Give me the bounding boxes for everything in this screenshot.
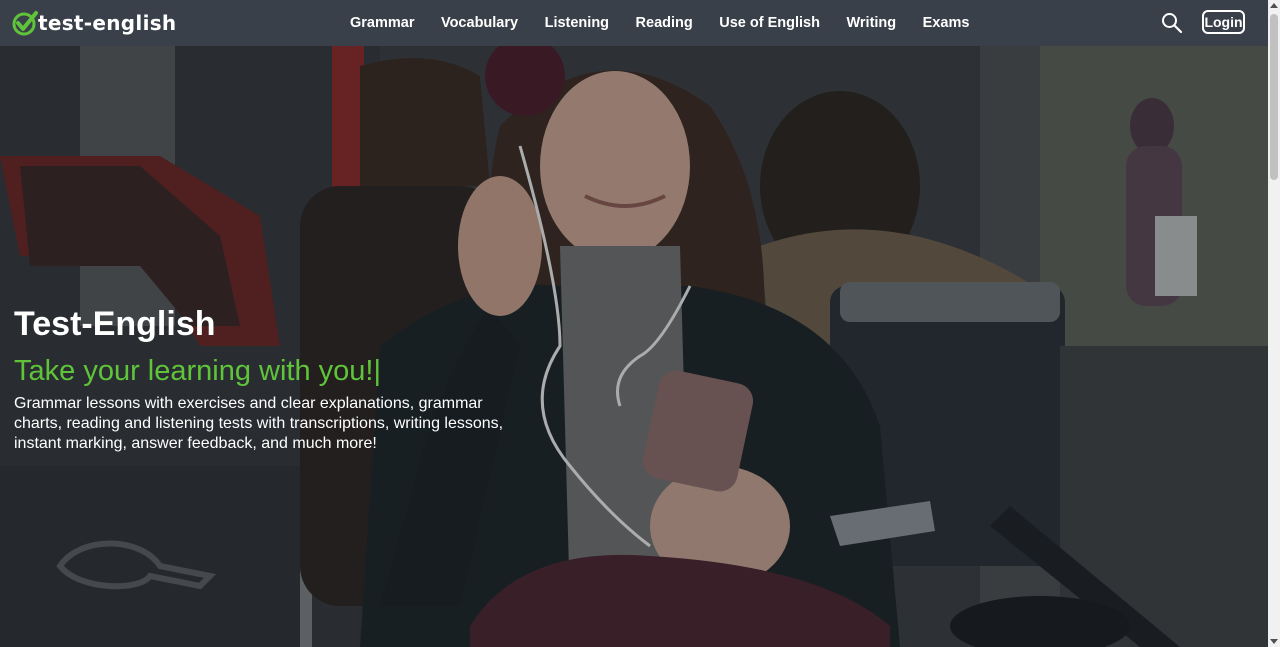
- hero-text-block: Test-English Take your learning with you…: [14, 304, 554, 454]
- check-circle-icon: [12, 11, 38, 36]
- typing-cursor: |: [373, 355, 382, 387]
- nav-item-use-of-english[interactable]: Use of English: [719, 15, 820, 31]
- site-logo[interactable]: test-english: [12, 9, 176, 37]
- nav-item-exams[interactable]: Exams: [923, 15, 970, 31]
- hero-tagline-text: Take your learning with you!: [14, 355, 374, 387]
- hero-title: Test-English: [14, 305, 216, 343]
- nav-item-listening[interactable]: Listening: [545, 15, 609, 31]
- logo-text: test-english: [38, 11, 177, 35]
- hero-banner: Test-English Take your learning with you…: [0, 46, 1268, 647]
- nav-item-writing[interactable]: Writing: [846, 15, 896, 31]
- login-button[interactable]: Login: [1202, 10, 1245, 34]
- page-scrollbar[interactable]: [1268, 0, 1280, 647]
- scroll-down-arrow-icon[interactable]: [1270, 639, 1278, 644]
- main-nav: Grammar Vocabulary Listening Reading Use…: [350, 0, 996, 46]
- nav-item-vocabulary[interactable]: Vocabulary: [441, 15, 518, 31]
- site-header: test-english Grammar Vocabulary Listenin…: [0, 0, 1268, 46]
- nav-item-reading[interactable]: Reading: [636, 15, 693, 31]
- hero-tagline: Take your learning with you!|: [14, 354, 554, 388]
- scroll-up-arrow-icon[interactable]: [1270, 3, 1278, 8]
- scroll-thumb[interactable]: [1270, 14, 1278, 180]
- hero-description: Grammar lessons with exercises and clear…: [14, 395, 504, 452]
- nav-item-grammar[interactable]: Grammar: [350, 15, 414, 31]
- search-icon[interactable]: [1161, 12, 1183, 34]
